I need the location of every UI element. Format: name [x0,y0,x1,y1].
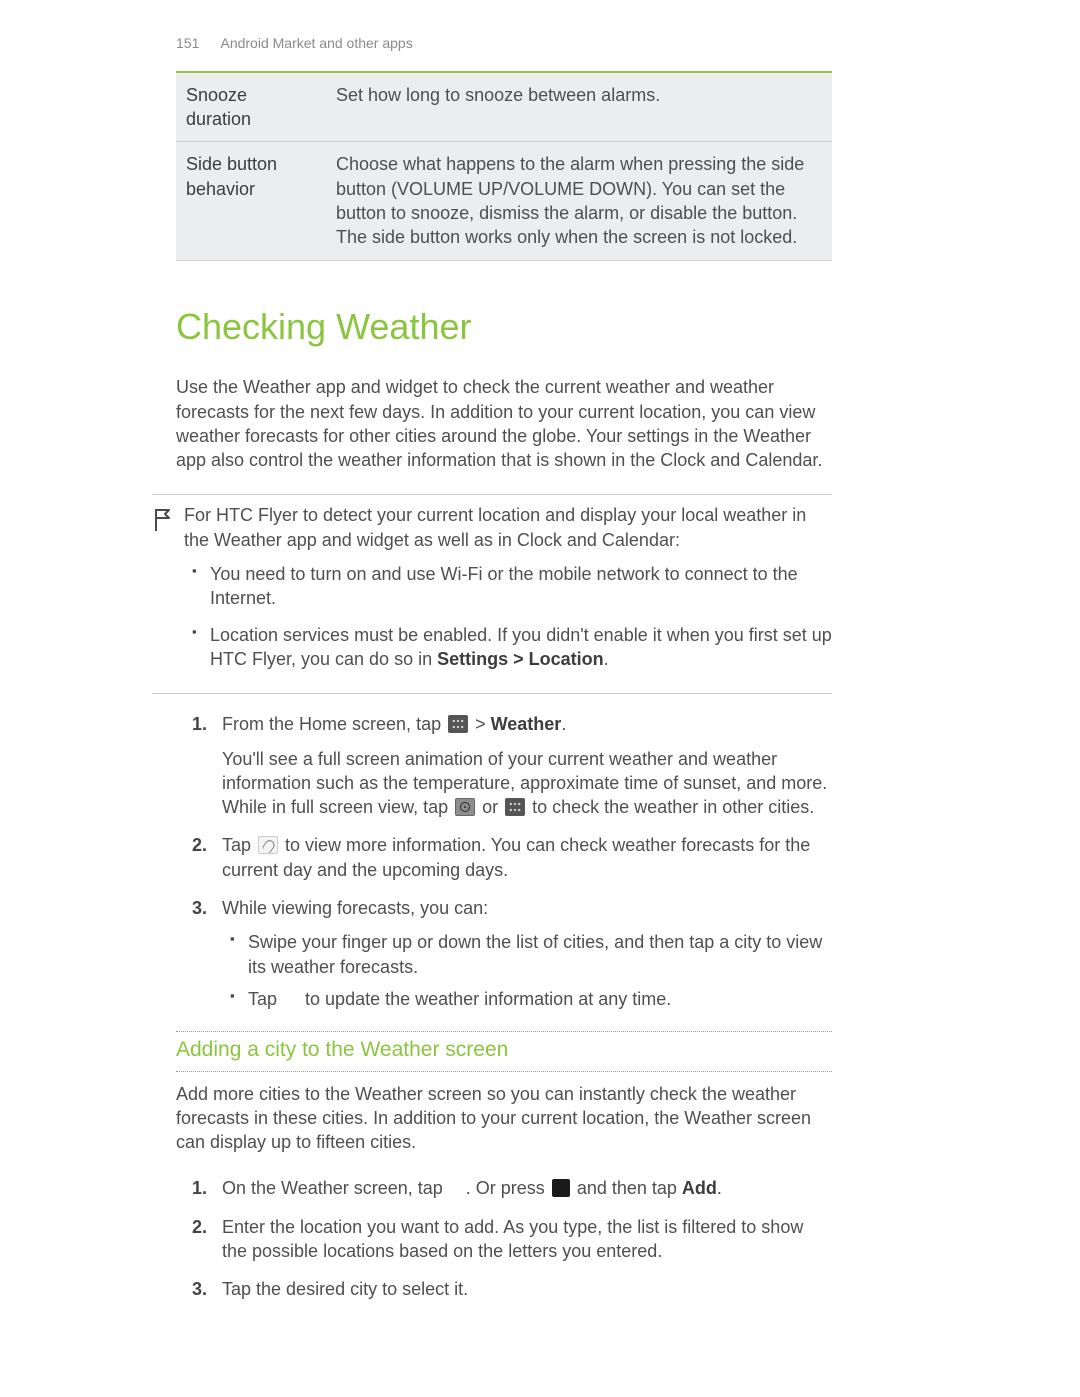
steps-list: From the Home screen, tap > Weather. You… [176,712,832,1011]
table-row: Snooze duration Set how long to snooze b… [176,72,832,142]
header-section-title: Android Market and other apps [220,35,412,51]
step-item: Tap the desired city to select it. [222,1277,832,1301]
add-icon [450,1179,464,1197]
sub-bullet-list: Swipe your finger up or down the list of… [222,930,832,1011]
page: 151 Android Market and other apps Snooze… [0,0,1080,1397]
table-row: Side button behavior Choose what happens… [176,142,832,260]
settings-location-path: Settings > Location [437,649,604,669]
step-detail: You'll see a full screen animation of yo… [222,747,832,820]
apps-grid-icon [505,798,525,816]
info-box: For HTC Flyer to detect your current loc… [152,494,832,694]
weather-label: Weather [491,714,562,734]
target-icon [455,798,475,816]
menu-key-icon [552,1179,570,1197]
step-item: From the Home screen, tap > Weather. You… [222,712,832,819]
list-item: Location services must be enabled. If yo… [210,623,832,672]
list-item: Tap to update the weather information at… [248,987,832,1011]
content-column: 151 Android Market and other apps Snooze… [176,34,832,1302]
dotted-divider [176,1071,832,1072]
setting-description: Choose what happens to the alarm when pr… [326,142,832,260]
add-label: Add [682,1178,717,1198]
steps-list: On the Weather screen, tap . Or press an… [176,1176,832,1301]
apps-grid-icon [448,715,468,733]
list-item: Swipe your finger up or down the list of… [248,930,832,979]
step-item: Tap to view more information. You can ch… [222,833,832,882]
subsection-heading: Adding a city to the Weather screen [176,1036,832,1064]
section-heading: Checking Weather [176,303,832,352]
infobox-bullet-list: You need to turn on and use Wi-Fi or the… [184,562,832,671]
refresh-icon [284,990,298,1008]
dotted-divider [176,1031,832,1032]
step-item: While viewing forecasts, you can: Swipe … [222,896,832,1011]
section-intro: Use the Weather app and widget to check … [176,375,832,472]
step-item: On the Weather screen, tap . Or press an… [222,1176,832,1200]
list-item: You need to turn on and use Wi-Fi or the… [210,562,832,611]
subsection-intro: Add more cities to the Weather screen so… [176,1082,832,1155]
infobox-lead: For HTC Flyer to detect your current loc… [184,503,832,552]
flag-icon [152,503,184,683]
setting-term: Snooze duration [176,72,326,142]
running-header: 151 Android Market and other apps [176,34,832,53]
page-number: 151 [176,35,199,51]
setting-description: Set how long to snooze between alarms. [326,72,832,142]
step-item: Enter the location you want to add. As y… [222,1215,832,1264]
settings-table: Snooze duration Set how long to snooze b… [176,71,832,261]
paperclip-icon [258,836,278,854]
setting-term: Side button behavior [176,142,326,260]
